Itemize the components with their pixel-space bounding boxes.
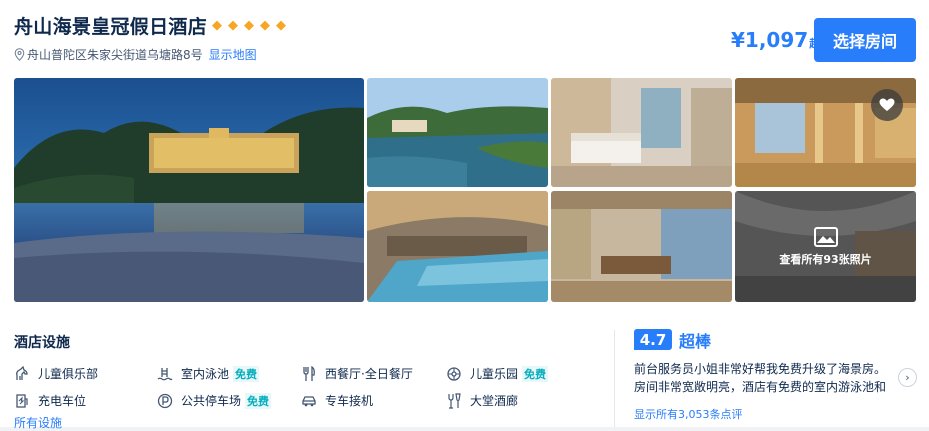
facility-item: 公共停车场 免费: [157, 392, 272, 409]
facility-label: 公共停车场: [181, 394, 242, 408]
section-divider: [614, 330, 615, 427]
facility-label: 儿童乐园: [470, 367, 519, 381]
facility-item: 儿童俱乐部: [14, 365, 98, 382]
facility-item: 西餐厅·全日餐厅: [301, 365, 413, 382]
diamond-icon: ◆: [228, 18, 238, 33]
view-all-photos-label: 查看所有93张照片: [779, 252, 872, 266]
facility-item: 大堂酒廊: [446, 392, 518, 409]
hotel-card: 舟山海景皇冠假日酒店 ◆ ◆ ◆ ◆ ◆ 舟山普陀区朱家尖街道乌塘路8号 显示地…: [0, 0, 929, 430]
facility-label: 儿童俱乐部: [38, 367, 99, 381]
review-excerpt: 前台服务员小姐非常好帮我免费升级了海景房。房间非常宽敞明亮，酒店有免费的室内游泳…: [634, 362, 887, 394]
bar-icon: [448, 392, 461, 409]
parking-icon: [157, 393, 173, 408]
select-room-button[interactable]: 选择房间: [814, 18, 916, 62]
pool-icon: [157, 367, 173, 380]
all-facilities-link[interactable]: 所有设施: [14, 414, 62, 431]
facility-item: 充电车位: [14, 392, 86, 409]
photo-main-exterior-night[interactable]: [14, 78, 364, 302]
facility-label: 充电车位: [38, 394, 87, 408]
facility-item: 室内泳池 免费: [157, 365, 260, 382]
photo-pool[interactable]: [367, 191, 548, 302]
picture-icon: [813, 226, 838, 247]
heart-icon: [879, 98, 895, 111]
facility-item: 专车接机: [301, 392, 373, 409]
chevron-right-icon: ›: [905, 371, 910, 384]
location-pin-icon: [14, 48, 25, 61]
facility-label: 西餐厅·全日餐厅: [325, 367, 413, 381]
diamond-icon: ◆: [260, 18, 270, 33]
price-amount: ¥1,097: [731, 28, 809, 52]
facilities-title: 酒店设施: [14, 335, 70, 351]
fork-knife-icon: [303, 365, 315, 381]
hotel-name[interactable]: 舟山海景皇冠假日酒店: [14, 12, 207, 39]
show-map-link[interactable]: 显示地图: [209, 46, 257, 63]
photo-room[interactable]: [551, 78, 732, 187]
car-icon: [302, 395, 316, 406]
favorite-heart-button[interactable]: [871, 89, 903, 121]
review-score-label: 超棒: [679, 332, 712, 351]
facility-label: 室内泳池: [181, 367, 230, 381]
facility-label: 专车接机: [325, 394, 374, 408]
hotel-address: 舟山普陀区朱家尖街道乌塘路8号 显示地图: [14, 46, 257, 63]
star-rating: ◆ ◆ ◆ ◆ ◆: [212, 18, 290, 33]
free-badge: 免费: [522, 365, 549, 382]
facility-label: 大堂酒廊: [470, 394, 519, 408]
facility-item: 儿童乐园 免费: [446, 365, 549, 382]
diamond-icon: ◆: [276, 18, 286, 33]
photo-coast-view[interactable]: [367, 78, 548, 187]
diamond-icon: ◆: [212, 18, 222, 33]
horse-icon: [16, 365, 28, 380]
diamond-icon: ◆: [244, 18, 254, 33]
price-block: ¥1,097起: [731, 28, 820, 52]
review-score-badge: 4.7: [634, 329, 672, 350]
photo-restaurant[interactable]: [551, 191, 732, 302]
charging-icon: [16, 393, 28, 408]
show-all-reviews-link[interactable]: 显示所有3,053条点评: [634, 406, 743, 422]
free-badge: 免费: [245, 392, 272, 409]
free-badge: 免费: [233, 365, 260, 382]
next-review-button[interactable]: ›: [898, 368, 917, 387]
playground-icon: [447, 366, 461, 381]
view-all-photos-overlay[interactable]: 查看所有93张照片: [735, 191, 916, 302]
address-text: 舟山普陀区朱家尖街道乌塘路8号: [27, 48, 203, 62]
